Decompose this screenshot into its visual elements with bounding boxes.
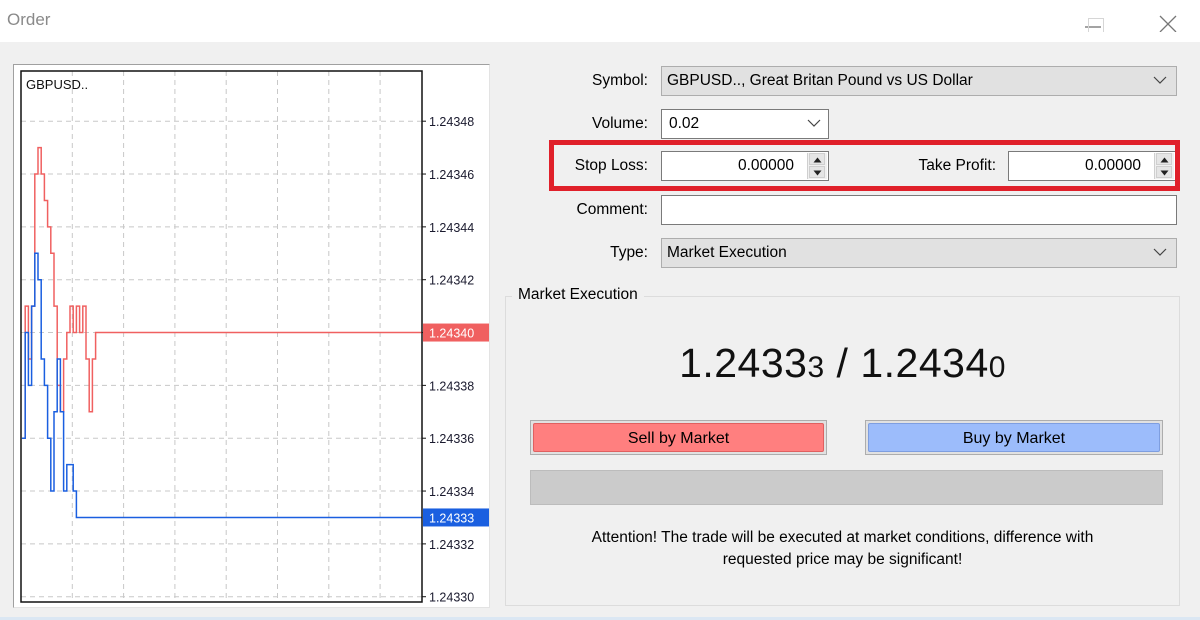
y-tick-label: 1.24346 [429, 168, 474, 182]
y-tick-label: 1.24348 [429, 115, 474, 129]
attention-message: Attention! The trade will be executed at… [505, 527, 1180, 571]
attention-line-2: requested price may be significant! [722, 551, 963, 568]
title-bar: Order [0, 0, 1200, 42]
chevron-down-icon [1153, 76, 1167, 84]
volume-combo[interactable]: 0.02 [661, 109, 829, 139]
plot-border [20, 70, 423, 603]
close-icon [1159, 15, 1177, 32]
price-separator: / [824, 340, 861, 386]
type-label: Type: [610, 244, 648, 261]
last-price-label-ask: 1.24340 [429, 327, 474, 341]
symbol-label: Symbol: [592, 72, 648, 89]
last-price-label-bid: 1.24333 [429, 511, 474, 525]
sell-button-frame: Sell by Market [530, 420, 827, 455]
execution-progress-bar [530, 470, 1163, 505]
chevron-down-icon[interactable] [807, 118, 821, 128]
buy-by-market-button[interactable]: Buy by Market [868, 423, 1160, 452]
y-tick-label: 1.24344 [429, 221, 474, 235]
chart-canvas: GBPUSD.. 1.243481.243461.243441.243421.2… [20, 70, 489, 605]
bid-price-pipette: 3 [807, 351, 825, 384]
y-tick-label: 1.24332 [429, 538, 474, 552]
maximize-icon [1088, 18, 1104, 32]
symbol-value: GBPUSD.., Great Britan Pound vs US Dolla… [667, 72, 973, 89]
ask-price-pipette: 0 [988, 351, 1006, 384]
bid-price: 1.24333 [679, 340, 825, 386]
quote-display: 1.24333 / 1.24340 [505, 340, 1180, 387]
y-tick-label: 1.24334 [429, 485, 474, 499]
sl-tp-highlight-box [549, 140, 1180, 191]
chart-series [22, 146, 422, 519]
ask-price-main: 1.2434 [860, 340, 989, 386]
series-line-ask [22, 146, 422, 439]
comment-label: Comment: [576, 201, 649, 218]
ask-price: 1.24340 [860, 340, 1006, 386]
attention-line-1: Attention! The trade will be executed at… [591, 529, 1094, 546]
price-chart: GBPUSD.. 1.24348 1.24346 1.24344 1.24342 1.2… [13, 64, 490, 608]
type-select[interactable]: Market Execution [661, 238, 1177, 268]
symbol-select[interactable]: GBPUSD.., Great Britan Pound vs US Dolla… [661, 66, 1177, 96]
y-tick-label: 1.24342 [429, 274, 474, 288]
price-axis: 1.24348 1.24346 1.24344 1.24342 1.24340 1.243… [422, 115, 489, 605]
y-tick-label: 1.24338 [429, 379, 474, 393]
chart-symbol-label: GBPUSD.. [26, 77, 88, 92]
close-button[interactable] [1145, 6, 1191, 36]
chevron-down-icon [1153, 248, 1167, 256]
type-value: Market Execution [667, 244, 787, 261]
group-title: Market Execution [512, 286, 644, 304]
buy-button-frame: Buy by Market [865, 420, 1163, 455]
sell-by-market-button[interactable]: Sell by Market [533, 423, 824, 452]
maximize-button[interactable] [1072, 6, 1118, 36]
bid-price-main: 1.2433 [679, 340, 808, 386]
y-tick-label: 1.24336 [429, 432, 474, 446]
chart-grid [21, 71, 422, 602]
window-title: Order [7, 10, 51, 29]
volume-value: 0.02 [669, 115, 700, 132]
volume-label: Volume: [591, 115, 648, 132]
y-tick-label: 1.24330 [429, 591, 474, 605]
comment-input[interactable] [661, 195, 1177, 225]
